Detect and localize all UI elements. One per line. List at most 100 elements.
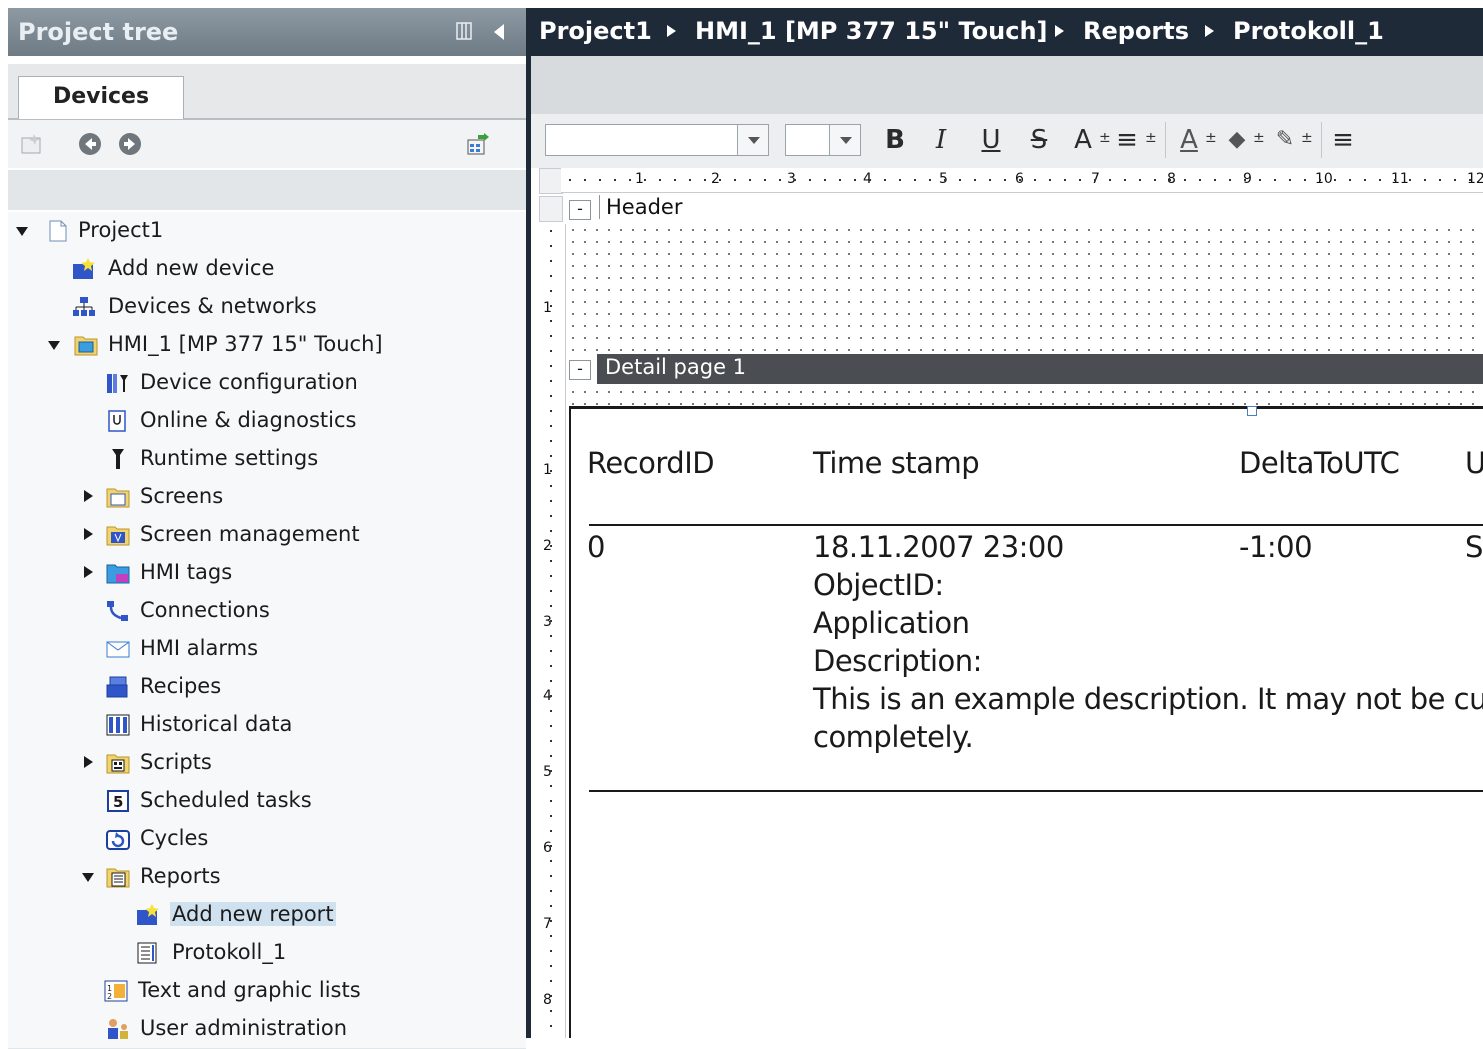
dropdown-plusminus-icon[interactable]: ± bbox=[1253, 130, 1265, 146]
back-icon[interactable] bbox=[78, 132, 102, 156]
ruler-tick bbox=[550, 710, 552, 712]
device-configuration-icon bbox=[107, 374, 128, 393]
tree-item-add-new-device[interactable]: Add new device bbox=[8, 250, 526, 289]
tree-item-text-graphic-lists[interactable]: 1 2 Text and graphic lists bbox=[8, 972, 526, 1011]
tree-item-scripts[interactable]: Scripts bbox=[8, 744, 526, 783]
tree-item-hmi-alarms[interactable]: HMI alarms bbox=[8, 630, 526, 669]
dropdown-plusminus-icon[interactable]: ± bbox=[1145, 130, 1157, 146]
ruler-tick bbox=[550, 635, 552, 637]
tree-item-label: Text and graphic lists bbox=[138, 978, 361, 1002]
header-divider bbox=[589, 524, 1483, 526]
align-button[interactable]: ≡ bbox=[1113, 124, 1141, 156]
ruler-tick bbox=[824, 179, 826, 181]
strikethrough-button[interactable]: S bbox=[1025, 124, 1053, 156]
resize-handle[interactable] bbox=[1247, 406, 1257, 416]
breadcrumb-item-report[interactable]: Protokoll_1 bbox=[1233, 17, 1384, 45]
italic-button[interactable]: I bbox=[927, 124, 955, 156]
ruler-tick bbox=[550, 500, 552, 502]
dropdown-plusminus-icon[interactable]: ± bbox=[1099, 130, 1111, 146]
add-new-icon bbox=[73, 258, 95, 279]
ruler-tick bbox=[550, 890, 552, 892]
font-size-grow-button[interactable]: A bbox=[1069, 124, 1097, 156]
collapse-detail-button[interactable]: - bbox=[569, 360, 591, 380]
expand-right-icon[interactable] bbox=[84, 756, 93, 768]
tree-item-device-configuration[interactable]: Device configuration bbox=[8, 364, 526, 403]
breadcrumb-separator-icon bbox=[667, 25, 676, 37]
expand-right-icon[interactable] bbox=[84, 528, 93, 540]
breadcrumb-item-reports[interactable]: Reports bbox=[1083, 17, 1189, 45]
font-size-select[interactable] bbox=[785, 124, 861, 156]
tree-item-runtime-settings[interactable]: Runtime settings bbox=[8, 440, 526, 479]
detail-section-grid[interactable] bbox=[567, 386, 1483, 406]
ruler-tick bbox=[584, 179, 586, 181]
ruler-tick bbox=[959, 179, 961, 181]
chevron-down-icon[interactable] bbox=[737, 125, 768, 155]
ruler-tick bbox=[1004, 179, 1006, 181]
ruler-tick bbox=[550, 665, 552, 667]
font-color-button[interactable]: A bbox=[1175, 124, 1203, 156]
tree-item-label: Device configuration bbox=[140, 370, 358, 394]
fill-color-button[interactable]: ◆ bbox=[1223, 124, 1251, 156]
ruler-tick bbox=[809, 179, 811, 181]
tree-item-connections[interactable]: Connections bbox=[8, 592, 526, 631]
tree-item-protokoll-1[interactable]: Protokoll_1 bbox=[8, 934, 526, 973]
collapse-header-button[interactable]: - bbox=[569, 200, 591, 220]
tree-item-label: Cycles bbox=[140, 826, 209, 850]
tree-item-screen-management[interactable]: Screen management bbox=[8, 516, 526, 555]
hmi-tags-icon bbox=[106, 564, 130, 584]
tree-item-user-administration[interactable]: User administration bbox=[8, 1010, 526, 1049]
header-section-area[interactable] bbox=[567, 224, 1483, 352]
ruler-tick bbox=[1304, 179, 1306, 181]
expand-down-icon[interactable] bbox=[16, 227, 28, 236]
expand-down-icon[interactable] bbox=[82, 873, 94, 882]
show-overview-icon[interactable] bbox=[466, 132, 490, 156]
line-color-button[interactable]: ✎ bbox=[1271, 124, 1299, 156]
expand-right-icon[interactable] bbox=[84, 490, 93, 502]
detail-section-bar: - Detail page 1 bbox=[531, 354, 1483, 384]
ruler-tick bbox=[749, 179, 751, 181]
tree-item-label: Recipes bbox=[140, 674, 222, 698]
tab-devices[interactable]: Devices bbox=[18, 76, 184, 119]
ruler-tick bbox=[550, 545, 552, 547]
bold-button[interactable]: B bbox=[881, 124, 909, 156]
tree-item-label: Historical data bbox=[140, 712, 293, 736]
header-section-bar: - Header bbox=[531, 194, 1483, 222]
tree-item-hmi-1[interactable]: HMI_1 [MP 377 15" Touch] bbox=[8, 326, 526, 365]
project-tree-title: Project tree bbox=[18, 18, 179, 46]
tree-item-online-diagnostics[interactable]: Online & diagnostics bbox=[8, 402, 526, 441]
chevron-down-icon[interactable] bbox=[829, 125, 860, 155]
tree-item-historical-data[interactable]: Historical data bbox=[8, 706, 526, 745]
font-family-select[interactable] bbox=[545, 124, 769, 156]
ruler-tick bbox=[550, 875, 552, 877]
more-options-button[interactable]: ≡ bbox=[1329, 124, 1357, 156]
new-group-icon[interactable] bbox=[20, 132, 44, 156]
pin-panel-icon[interactable] bbox=[456, 22, 472, 40]
tree-item-project1[interactable]: Project1 bbox=[8, 212, 526, 251]
underline-button[interactable]: U bbox=[977, 124, 1005, 156]
dropdown-plusminus-icon[interactable]: ± bbox=[1205, 130, 1217, 146]
tree-item-add-new-report[interactable]: Add new report bbox=[8, 896, 526, 935]
ruler-tick bbox=[944, 179, 946, 181]
collapse-panel-icon[interactable] bbox=[494, 24, 504, 40]
detail-section-title: Detail page 1 bbox=[605, 355, 747, 379]
tree-item-screens[interactable]: Screens bbox=[8, 478, 526, 517]
dropdown-plusminus-icon[interactable]: ± bbox=[1301, 130, 1313, 146]
tree-item-devices-networks[interactable]: Devices & networks bbox=[8, 288, 526, 327]
report-table-object[interactable]: RecordID Time stamp DeltaToUTC U 0 18.11… bbox=[569, 406, 1483, 1038]
tree-item-hmi-tags[interactable]: HMI tags bbox=[8, 554, 526, 593]
ruler-tick bbox=[550, 395, 552, 397]
tree-item-recipes[interactable]: Recipes bbox=[8, 668, 526, 707]
breadcrumb-item-project[interactable]: Project1 bbox=[539, 17, 652, 45]
ruler-tick bbox=[550, 800, 552, 802]
tree-item-scheduled-tasks[interactable]: 5 Scheduled tasks bbox=[8, 782, 526, 821]
expand-down-icon[interactable] bbox=[48, 341, 60, 350]
expand-right-icon[interactable] bbox=[84, 566, 93, 578]
ruler-tick bbox=[734, 179, 736, 181]
cell-delta: -1:00 bbox=[1239, 530, 1313, 564]
tree-item-reports[interactable]: Reports bbox=[8, 858, 526, 897]
project-icon bbox=[49, 220, 67, 242]
tree-item-cycles[interactable]: Cycles bbox=[8, 820, 526, 859]
ruler-tick bbox=[550, 650, 552, 652]
forward-icon[interactable] bbox=[118, 132, 142, 156]
breadcrumb-item-device[interactable]: HMI_1 [MP 377 15" Touch] bbox=[695, 17, 1048, 45]
